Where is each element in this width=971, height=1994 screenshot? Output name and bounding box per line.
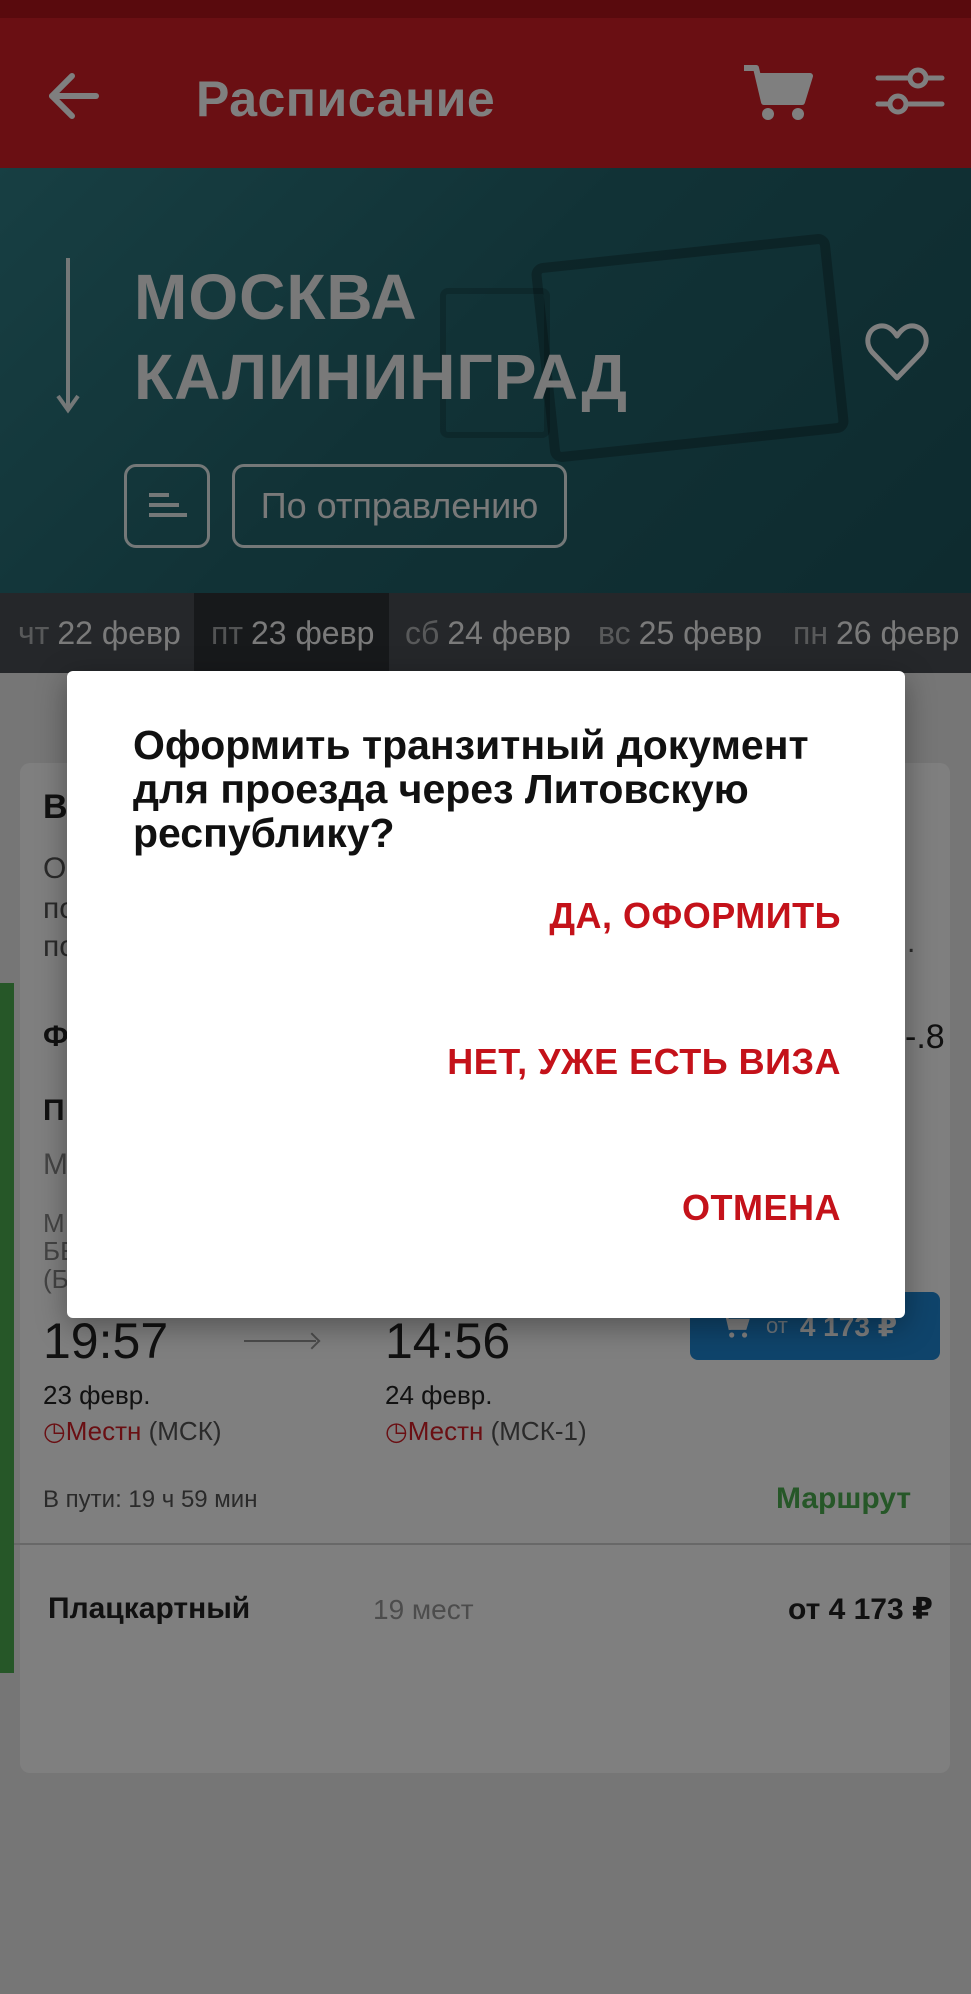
confirm-button[interactable]: ДА, ОФОРМИТЬ <box>549 895 841 937</box>
has-visa-button[interactable]: НЕТ, УЖЕ ЕСТЬ ВИЗА <box>447 1041 841 1083</box>
dialog-title: Оформить транзитный документ для проезда… <box>133 722 809 856</box>
cancel-button[interactable]: ОТМЕНА <box>682 1187 841 1229</box>
transit-document-dialog: Оформить транзитный документ для проезда… <box>67 671 905 1318</box>
